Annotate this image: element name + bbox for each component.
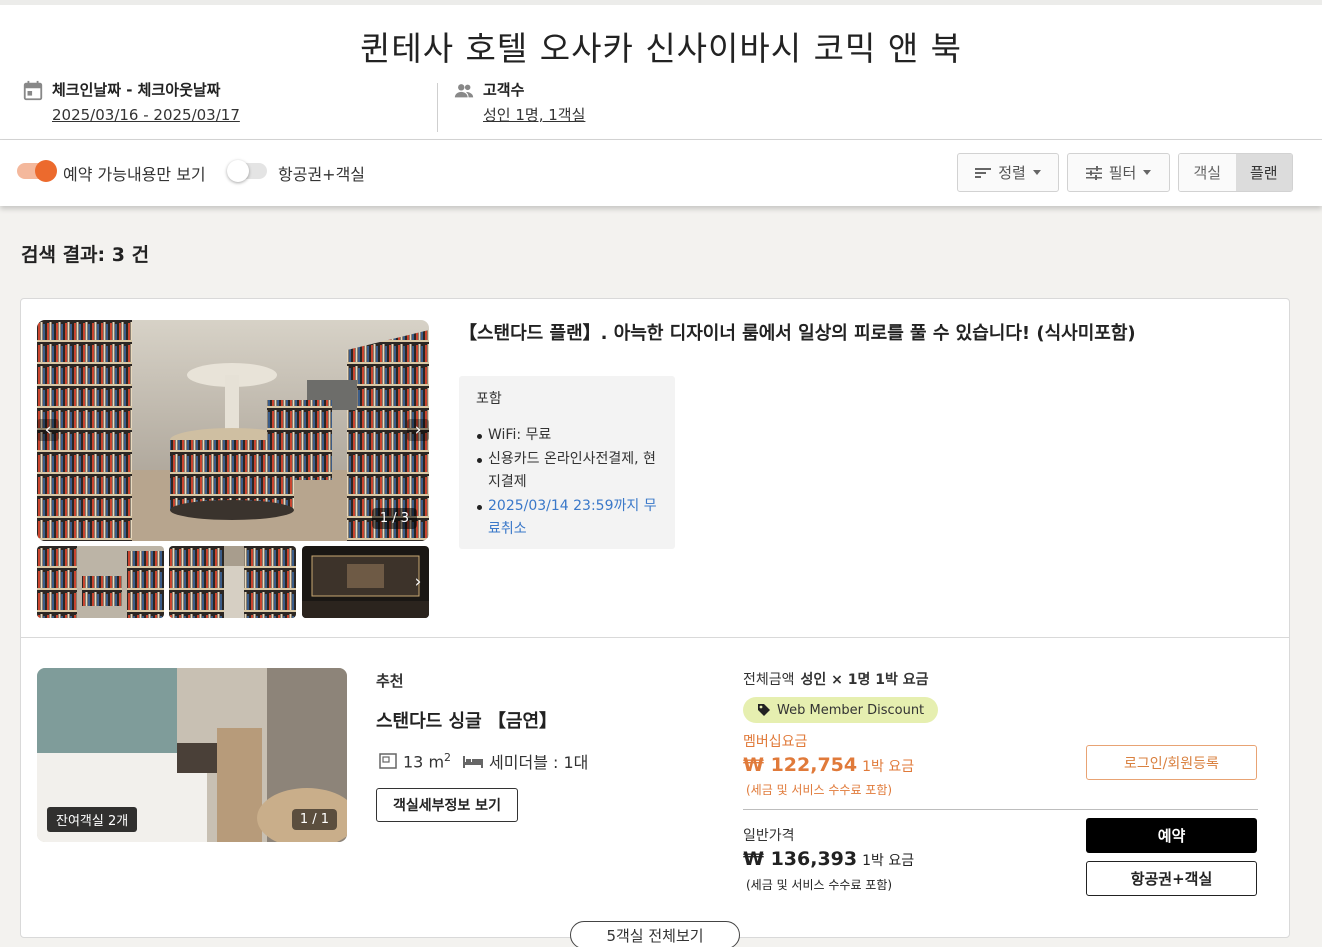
filter-label: 필터: [1108, 164, 1137, 182]
member-price-unit: 1박 요금: [862, 759, 915, 775]
total-detail: 성인 × 1명 1박 요금: [800, 672, 929, 688]
thumbnail-image: [37, 546, 164, 618]
guest-value[interactable]: 성인 1명, 1객실: [483, 105, 585, 125]
card-divider: [21, 637, 1289, 638]
date-value[interactable]: 2025/03/16 - 2025/03/17: [52, 105, 240, 125]
chevron-down-icon: [1143, 170, 1152, 175]
price-divider: [743, 809, 1258, 810]
normal-price-unit: 1박 요금: [862, 853, 915, 869]
recommend-label: 추천: [376, 670, 404, 691]
room-size: 13 m2: [403, 751, 451, 771]
calendar-icon: [23, 80, 43, 101]
thumbnail-2[interactable]: [169, 546, 296, 618]
reserve-button[interactable]: 예약: [1086, 818, 1257, 853]
result-count: 검색 결과: 3 건: [21, 244, 150, 266]
toggle-knob: [35, 160, 57, 182]
member-tax-note: (세금 및 서비스 수수료 포함): [746, 783, 893, 797]
thumbnail-3[interactable]: ›: [302, 546, 429, 618]
available-only-toggle[interactable]: [17, 160, 57, 182]
chevron-right-icon[interactable]: ›: [407, 571, 429, 593]
member-price: ₩ 122,754 1박 요금: [743, 754, 914, 776]
login-register-button[interactable]: 로그인/회원등록: [1086, 745, 1257, 780]
tag-icon: [758, 704, 770, 716]
remaining-badge: 잔여객실 2개: [47, 807, 138, 832]
includes-title: 포함: [476, 391, 502, 407]
member-price-value: ₩ 122,754: [743, 754, 858, 776]
normal-price: ₩ 136,393 1박 요금: [743, 848, 914, 870]
filter-icon: [1085, 165, 1102, 180]
total-label-text: 전체금액: [743, 672, 795, 688]
guest-label: 고객수: [483, 81, 525, 99]
includes-box: 포함 WiFi: 무료 신용카드 온라인사전결제, 현지결제 2025/03/1…: [459, 376, 675, 549]
chevron-right-icon[interactable]: ›: [407, 419, 429, 441]
plan-card: ‹ › 1 / 3 › 【스탠다드 플랜】. 아늑한 디자이너 룸에서 일상의 …: [20, 298, 1290, 938]
bed-info: 세미더블 : 1대: [489, 753, 589, 772]
includes-item-cancellation[interactable]: 2025/03/14 23:59까지 무료취소: [476, 495, 658, 541]
date-selector[interactable]: 체크인날짜 - 체크아웃날짜 2025/03/16 - 2025/03/17: [22, 80, 240, 125]
air-hotel-button[interactable]: 항공권+객실: [1086, 861, 1257, 896]
bed-icon: [463, 756, 484, 768]
room-size-value: 13 m: [403, 752, 445, 772]
air-hotel-toggle[interactable]: [227, 160, 267, 182]
toggle-knob: [227, 160, 249, 182]
page-header: 퀸테사 호텔 오사카 신사이바시 코믹 앤 북 체크인날짜 - 체크아웃날짜 2…: [0, 5, 1322, 140]
plan-title[interactable]: 【스탠다드 플랜】. 아늑한 디자이너 룸에서 일상의 피로를 풀 수 있습니다…: [459, 319, 1136, 345]
chevron-left-icon[interactable]: ‹: [37, 419, 59, 441]
thumbnail-image: [169, 546, 296, 618]
discount-text: Web Member Discount: [777, 702, 925, 718]
total-price-label: 전체금액 성인 × 1명 1박 요금: [743, 669, 929, 689]
includes-item-wifi: WiFi: 무료: [476, 424, 658, 447]
sort-label: 정렬: [998, 164, 1026, 182]
air-hotel-label: 항공권+객실: [278, 165, 366, 184]
view-room-tab[interactable]: 객실: [1179, 154, 1236, 191]
room-meta: 13 m2 세미더블 : 1대: [379, 749, 588, 773]
info-divider: [437, 83, 438, 132]
normal-tax-note: (세금 및 서비스 수수료 포함): [746, 878, 893, 892]
view-all-rooms-button[interactable]: 5객실 전체보기: [570, 921, 740, 947]
filter-button[interactable]: 필터: [1067, 153, 1170, 192]
toolbar: 예약 가능내용만 보기 항공권+객실 정렬 필터 객실 플랜: [0, 140, 1322, 206]
search-summary: 체크인날짜 - 체크아웃날짜 2025/03/16 - 2025/03/17 고…: [0, 80, 1322, 136]
room-name[interactable]: 스탠다드 싱글 【금연】: [376, 707, 557, 733]
bookshelf-photo: [37, 320, 429, 541]
date-label: 체크인날짜 - 체크아웃날짜: [52, 81, 221, 99]
normal-price-value: ₩ 136,393: [743, 848, 858, 870]
room-detail-button[interactable]: 객실세부정보 보기: [376, 788, 518, 822]
view-plan-tab[interactable]: 플랜: [1235, 154, 1292, 191]
available-only-label: 예약 가능내용만 보기: [63, 165, 206, 184]
room-photo[interactable]: 잔여객실 2개 1 / 1: [37, 668, 347, 842]
people-icon: [454, 84, 474, 98]
member-price-label: 멤버십요금: [743, 734, 808, 750]
room-photo-counter: 1 / 1: [291, 809, 337, 830]
normal-price-label: 일반가격: [743, 828, 795, 844]
sort-button[interactable]: 정렬: [957, 153, 1059, 192]
sort-icon: [975, 167, 992, 178]
thumbnail-1[interactable]: [37, 546, 164, 618]
recommend-text: 추천: [376, 672, 404, 690]
guest-selector[interactable]: 고객수 성인 1명, 1객실: [453, 80, 585, 125]
includes-item-payment: 신용카드 온라인사전결제, 현지결제: [476, 448, 658, 494]
photo-counter: 1 / 3: [371, 508, 417, 529]
includes-list: WiFi: 무료 신용카드 온라인사전결제, 현지결제 2025/03/14 2…: [476, 424, 658, 541]
view-switch: 객실 플랜: [1178, 153, 1293, 192]
chevron-down-icon: [1032, 170, 1041, 175]
plan-main-photo[interactable]: ‹ › 1 / 3: [37, 320, 429, 541]
area-icon: [379, 753, 397, 769]
room-size-unit-exp: 2: [444, 750, 452, 764]
discount-chip: Web Member Discount: [743, 697, 939, 723]
hotel-title: 퀸테사 호텔 오사카 신사이바시 코믹 앤 북: [359, 29, 963, 68]
